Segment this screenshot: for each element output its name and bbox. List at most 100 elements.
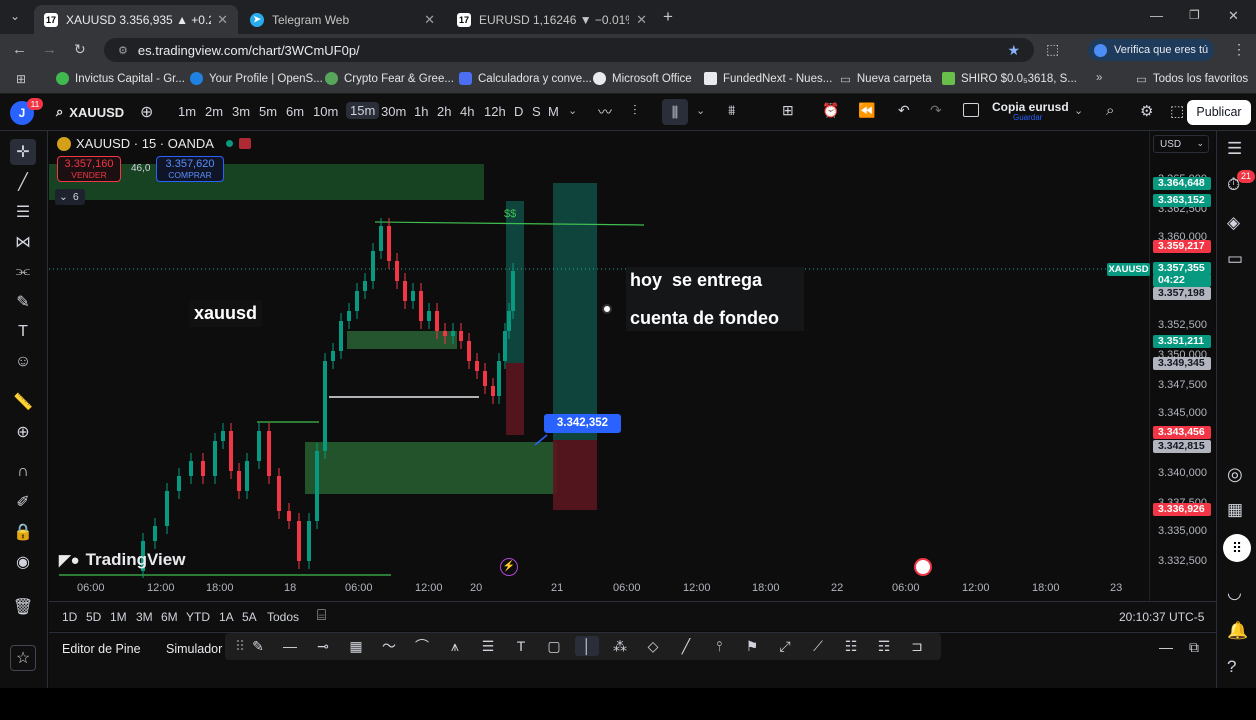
crosshair-icon[interactable]: ✛ — [10, 139, 36, 165]
price-tag-label[interactable]: 3.342,352 — [544, 414, 621, 433]
minimize-panel-icon[interactable]: — — [1159, 639, 1173, 655]
fib-icon[interactable]: ☰ — [10, 199, 36, 225]
price-axis[interactable]: USD⌄ 3.365,0003.362,5003.360,0003.352,50… — [1149, 131, 1215, 601]
tab-eurusd[interactable]: 17 EURUSD 1,16246 ▼ −0.01% Co ✕ — [447, 5, 657, 34]
chevron-down-icon[interactable]: ⌄ — [1074, 104, 1083, 117]
line-chart-icon[interactable]: 〰 — [598, 102, 612, 122]
range-1A[interactable]: 1A — [219, 610, 234, 624]
eraser-icon[interactable]: ◇ — [641, 636, 665, 656]
timeframe-S[interactable]: S — [532, 104, 541, 119]
timeframe-D[interactable]: D — [514, 104, 523, 119]
sell-button[interactable]: 3.357,160 VENDER — [57, 156, 121, 182]
timeframe-12h[interactable]: 12h — [484, 104, 506, 119]
node-icon[interactable]: ⁂ — [608, 636, 632, 656]
reload-icon[interactable]: ↻ — [74, 41, 86, 58]
compare-add-icon[interactable]: ⊕ — [140, 102, 153, 122]
tab-telegram[interactable]: ➤ Telegram Web ✕ — [240, 5, 445, 34]
site-info-icon[interactable]: ⚙ — [118, 44, 128, 57]
layout-name[interactable]: Copia eurusd — [992, 100, 1069, 114]
templates-icon[interactable]: ⊞ — [782, 102, 794, 119]
path-icon[interactable]: 〜 — [377, 636, 401, 656]
timeframe-6m[interactable]: 6m — [286, 104, 304, 119]
settings-icon[interactable]: ⚙ — [1140, 102, 1153, 120]
magnet-icon[interactable]: ∩ — [10, 459, 36, 485]
publish-button[interactable]: Publicar — [1187, 100, 1251, 125]
chat-icon[interactable]: ▭ — [1227, 249, 1243, 269]
tab-simulator[interactable]: Simulador — [166, 642, 222, 656]
tab-search-icon[interactable]: ⌄ — [10, 9, 28, 25]
trendline-icon[interactable]: ╱ — [10, 169, 36, 195]
chart-legend[interactable]: XAUUSD · 15 · OANDA — [57, 136, 251, 151]
prediction-icon[interactable]: ⫘ — [10, 259, 36, 285]
maximize-panel-icon[interactable]: ⧉ — [1189, 639, 1199, 656]
quick-search-icon[interactable]: ⌕ — [1106, 102, 1114, 119]
flag-icon[interactable]: ⚑ — [740, 636, 764, 656]
notifications-bell-icon[interactable]: 🔔 — [1227, 621, 1248, 641]
bar-chart-icon[interactable]: ⫶ — [633, 102, 637, 119]
symbol-search[interactable]: ⌕ XAUUSD — [56, 104, 124, 120]
trash-icon[interactable]: 🗑 — [10, 594, 36, 620]
arc-icon[interactable]: ⌒ — [410, 636, 434, 656]
bookmark-star-icon[interactable]: ★ — [1007, 42, 1020, 59]
timeframe-15m[interactable]: 15m — [346, 102, 380, 119]
xauusd-text-note[interactable]: xauusd — [189, 300, 263, 327]
timeframe-10m[interactable]: 10m — [313, 104, 338, 119]
extensions-icon[interactable]: ⬚ — [1046, 41, 1059, 58]
layout-icon[interactable] — [963, 103, 979, 117]
timeframe-4h[interactable]: 4h — [460, 104, 474, 119]
text-icon[interactable]: T — [10, 319, 36, 345]
rectangle-icon[interactable]: ▢ — [542, 636, 566, 656]
event-lightning-icon[interactable]: ⚡ — [500, 558, 518, 576]
range-YTD[interactable]: YTD — [186, 610, 210, 624]
xabcd-icon[interactable]: ⩚ — [443, 636, 467, 656]
apps-icon[interactable]: ⊞ — [16, 72, 26, 86]
zoom-in-icon[interactable]: ⊕ — [10, 419, 36, 445]
fib-extension-icon[interactable]: ☶ — [872, 636, 896, 656]
us-flag-event-icon[interactable] — [914, 558, 932, 576]
hoy-text-note[interactable]: hoy se entrega cuenta de fondeo — [626, 267, 804, 331]
horizontal-line-icon[interactable]: — — [278, 636, 302, 656]
save-label[interactable]: Guardar — [1013, 113, 1042, 122]
buy-button[interactable]: 3.357,620 COMPRAR — [156, 156, 224, 182]
timeframe-1h[interactable]: 1h — [414, 104, 428, 119]
timeframe-2h[interactable]: 2h — [437, 104, 451, 119]
range-1D[interactable]: 1D — [62, 610, 77, 624]
bookmark-item[interactable]: Your Profile | OpenS... — [190, 72, 323, 85]
alert-icon[interactable]: ⏰ — [822, 102, 839, 119]
indicators-toggle[interactable]: ⌄ 6 — [55, 189, 85, 205]
text-tool-icon[interactable]: T — [509, 636, 533, 656]
bookmark-item[interactable]: SHIRO $0.0₅3618, S... — [942, 72, 1077, 85]
indicators-icon[interactable]: ⩩ — [728, 102, 735, 119]
bookmark-item[interactable]: Crypto Fear & Gree... — [325, 72, 454, 85]
bookmark-folder[interactable]: ▭ Nueva carpeta — [840, 72, 932, 86]
redo-icon[interactable]: ↷ — [930, 102, 942, 119]
help-icon[interactable]: ? — [1227, 657, 1236, 677]
goto-date-icon[interactable]: ⌸ — [317, 607, 326, 624]
layers-icon[interactable]: ◈ — [1227, 213, 1240, 233]
candles-icon[interactable]: ⫼ — [662, 99, 688, 125]
timeframe-M[interactable]: M — [548, 104, 559, 119]
new-tab-icon[interactable]: + — [663, 7, 673, 27]
all-bookmarks[interactable]: ▭ Todos los favoritos — [1136, 72, 1248, 86]
calendar-icon[interactable]: ▦ — [1227, 500, 1243, 520]
timeframe-1m[interactable]: 1m — [178, 104, 196, 119]
price-chart[interactable]: XAUUSD · 15 · OANDA 3.357,160 VENDER 46,… — [49, 131, 1149, 601]
range-5D[interactable]: 5D — [86, 610, 101, 624]
bookmark-item[interactable]: Calculadora y conve... — [459, 72, 592, 85]
trend-angle-icon[interactable]: ╱ — [674, 636, 698, 656]
menu-icon[interactable]: ⋮ — [1232, 41, 1246, 58]
extended-line-icon[interactable]: ⟋ — [806, 636, 830, 656]
close-icon[interactable]: ✕ — [636, 12, 647, 28]
grid-icon[interactable]: ▦ — [344, 636, 368, 656]
timeframe-30m[interactable]: 30m — [381, 104, 406, 119]
ray-icon[interactable]: ⤢ — [773, 636, 797, 656]
chevron-down-icon[interactable]: ⌄ — [568, 104, 577, 117]
range-6M[interactable]: 6M — [161, 610, 178, 624]
verify-button[interactable]: Verifica que eres tú — [1088, 39, 1214, 61]
forward-icon[interactable]: → — [42, 41, 57, 58]
pen-icon[interactable]: ✎ — [246, 636, 270, 656]
favorites-star-icon[interactable]: ☆ — [10, 645, 36, 671]
vertical-line-icon[interactable]: │ — [575, 636, 599, 656]
parallel-channel-icon[interactable]: ☰ — [476, 636, 500, 656]
bookmark-item[interactable]: FundedNext - Nues... — [704, 72, 832, 85]
